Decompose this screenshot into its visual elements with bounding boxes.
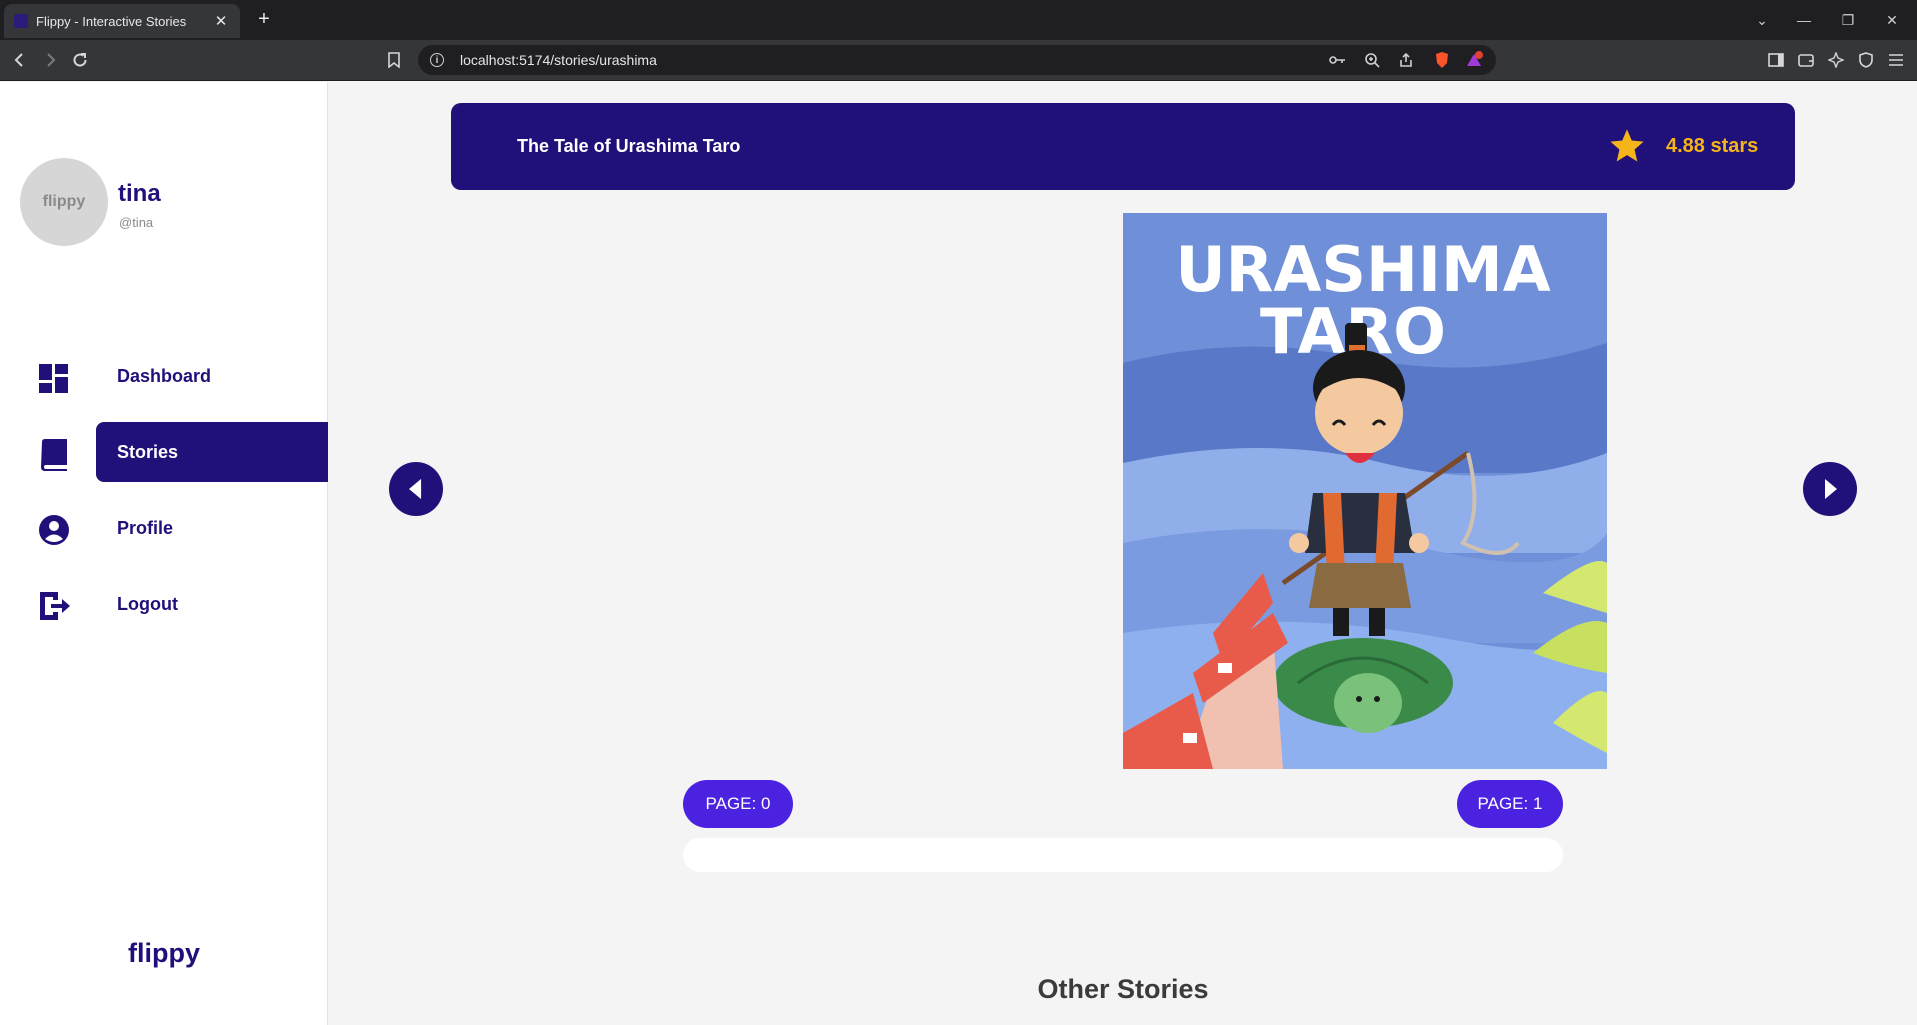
right-page-indicator[interactable]: PAGE: 1 [1457, 780, 1563, 828]
tab-search-dropdown-icon[interactable]: ⌄ [1748, 6, 1776, 34]
back-icon[interactable] [6, 46, 34, 74]
tab-close-icon[interactable]: ✕ [212, 12, 230, 30]
previous-page-button[interactable] [389, 462, 443, 516]
caret-left-icon [409, 479, 422, 499]
favicon-icon [14, 14, 28, 28]
bookmark-icon[interactable] [380, 46, 408, 74]
account-circle-icon [39, 515, 69, 545]
urashima-cover-illustration: URASHIMA TARO [1123, 213, 1607, 769]
nav-item-profile[interactable]: Profile [0, 498, 328, 558]
page-progress-bar[interactable] [683, 838, 1563, 872]
sidebar-toggle-icon[interactable] [1762, 46, 1790, 74]
brand-logo[interactable]: flippy [0, 938, 328, 969]
forward-icon[interactable] [36, 46, 64, 74]
brave-rewards-icon[interactable] [1464, 50, 1484, 70]
left-page-indicator[interactable]: PAGE: 0 [683, 780, 793, 828]
rating-text: 4.88 stars [1666, 135, 1759, 157]
share-icon[interactable] [1396, 50, 1416, 70]
zoom-icon[interactable] [1362, 50, 1382, 70]
key-icon[interactable] [1328, 50, 1348, 70]
browser-tab[interactable]: Flippy - Interactive Stories ✕ [4, 4, 240, 38]
nav-label: Stories [117, 442, 179, 462]
maximize-button[interactable]: ❐ [1834, 6, 1862, 34]
story-title: The Tale of Urashima Taro [517, 136, 741, 156]
wallet-icon[interactable] [1792, 46, 1820, 74]
caret-right-icon [1825, 479, 1837, 499]
new-tab-button[interactable]: + [252, 7, 276, 31]
vpn-icon[interactable] [1852, 46, 1880, 74]
minimize-button[interactable]: — [1790, 6, 1818, 34]
user-handle: @tina [119, 215, 154, 230]
dashboard-icon [39, 364, 68, 393]
user-name: tina [118, 180, 161, 207]
site-info-icon[interactable]: i [430, 53, 444, 67]
nav-item-dashboard[interactable]: Dashboard [0, 346, 328, 406]
nav-label: Logout [117, 594, 178, 614]
reload-icon[interactable] [66, 46, 94, 74]
brave-shields-icon[interactable] [1432, 50, 1452, 70]
nav-label: Dashboard [117, 366, 212, 386]
close-window-button[interactable]: ✕ [1878, 6, 1906, 34]
nav-label: Profile [117, 518, 174, 538]
book-icon [41, 439, 67, 471]
story-page-image: URASHIMA TARO [1123, 213, 1607, 769]
logout-icon [40, 592, 70, 620]
tab-title: Flippy - Interactive Stories [36, 13, 187, 29]
sidebar: flippy tina @tina Dashboard Stories Prof… [0, 82, 328, 1025]
leo-ai-icon[interactable] [1822, 46, 1850, 74]
next-page-button[interactable] [1803, 462, 1857, 516]
browser-tab-bar: Flippy - Interactive Stories ✕ + ⌄ — ❐ ✕ [0, 0, 1917, 40]
url-text: localhost:5174/stories/urashima [460, 52, 657, 68]
avatar[interactable]: flippy [20, 158, 108, 246]
menu-icon[interactable] [1882, 46, 1910, 74]
story-header: The Tale of Urashima Taro 4.88 stars [451, 103, 1795, 190]
address-bar[interactable]: i localhost:5174/stories/urashima [418, 45, 1496, 75]
star-icon [1610, 129, 1644, 162]
nav-item-logout[interactable]: Logout [0, 574, 328, 634]
browser-toolbar: i localhost:5174/stories/urashima [0, 40, 1917, 81]
other-stories-heading: Other Stories [1037, 974, 1209, 1004]
nav-item-stories[interactable]: Stories [0, 422, 328, 482]
